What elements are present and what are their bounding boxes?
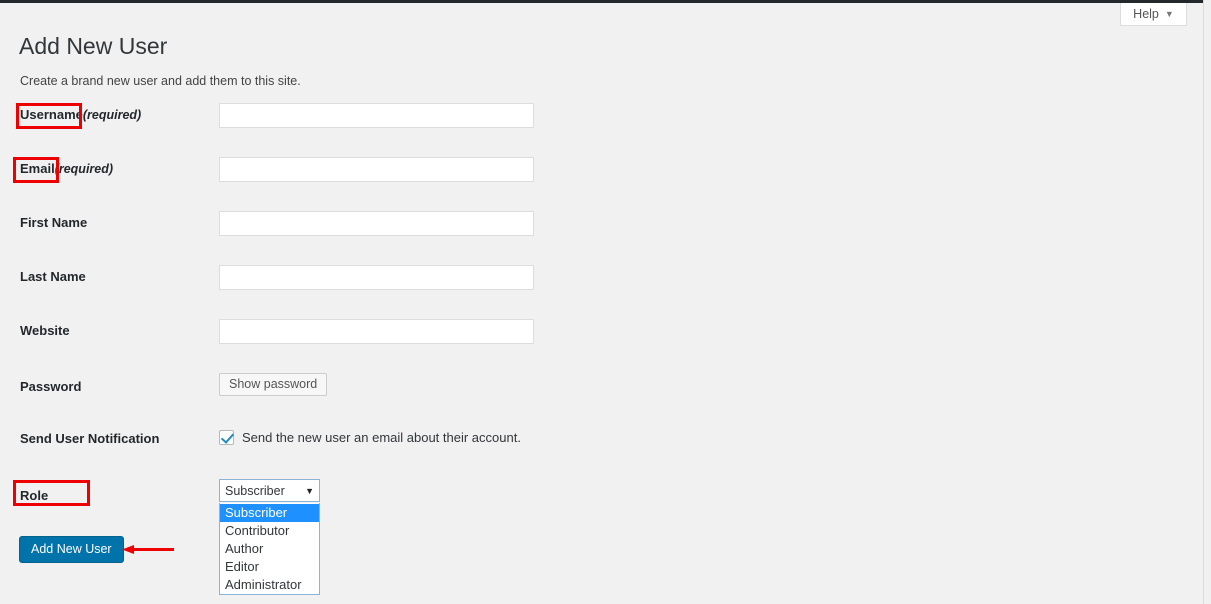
send-notification-checkbox-label[interactable]: Send the new user an email about their a… bbox=[242, 430, 521, 445]
role-option-contributor[interactable]: Contributor bbox=[220, 522, 319, 540]
form-row-last-name: Last Name bbox=[0, 265, 700, 290]
email-label-text: Email bbox=[20, 161, 55, 176]
form-row-username: Username(required) bbox=[0, 103, 700, 128]
form-row-password: Password bbox=[0, 375, 700, 399]
help-tab-button[interactable]: Help ▼ bbox=[1120, 3, 1187, 26]
website-label: Website bbox=[20, 323, 70, 338]
form-row-role: Role bbox=[0, 484, 700, 508]
username-required-note: (required) bbox=[82, 108, 142, 122]
form-row-website: Website bbox=[0, 319, 700, 344]
email-label: Email(required) bbox=[20, 157, 113, 181]
email-required-note: (required) bbox=[54, 162, 114, 176]
show-password-button[interactable]: Show password bbox=[219, 373, 328, 396]
username-label-text: Username bbox=[20, 107, 83, 122]
vertical-scrollbar[interactable] bbox=[1203, 0, 1211, 604]
chevron-down-icon: ▼ bbox=[305, 485, 314, 496]
send-user-notification-label: Send User Notification bbox=[20, 431, 160, 446]
role-options-list[interactable]: Subscriber Contributor Author Editor Adm… bbox=[219, 503, 320, 595]
form-row-first-name: First Name bbox=[0, 211, 700, 236]
chevron-down-icon: ▼ bbox=[1164, 8, 1174, 19]
page-subtitle: Create a brand new user and add them to … bbox=[20, 73, 301, 88]
username-label: Username(required) bbox=[20, 103, 141, 127]
role-option-author[interactable]: Author bbox=[220, 540, 319, 558]
help-tab-label: Help bbox=[1133, 7, 1159, 21]
role-select[interactable]: Subscriber ▼ bbox=[219, 479, 320, 502]
email-input[interactable] bbox=[219, 157, 534, 182]
password-label: Password bbox=[20, 379, 82, 394]
website-input[interactable] bbox=[219, 319, 534, 344]
role-option-editor[interactable]: Editor bbox=[220, 558, 319, 576]
send-notification-checkbox[interactable] bbox=[219, 430, 234, 445]
role-option-administrator[interactable]: Administrator bbox=[220, 576, 319, 594]
username-input[interactable] bbox=[219, 103, 534, 128]
send-notification-checkbox-group[interactable]: Send the new user an email about their a… bbox=[219, 430, 521, 445]
page-title: Add New User bbox=[19, 33, 168, 60]
first-name-label: First Name bbox=[20, 215, 88, 230]
add-new-user-button[interactable]: Add New User bbox=[19, 536, 124, 563]
role-select-value: Subscriber bbox=[225, 483, 285, 498]
form-row-email: Email(required) bbox=[0, 157, 700, 182]
admin-bar bbox=[0, 0, 1203, 3]
role-label: Role bbox=[20, 488, 49, 503]
last-name-label: Last Name bbox=[20, 269, 86, 284]
role-option-subscriber[interactable]: Subscriber bbox=[220, 504, 319, 522]
annotation-arrow-to-add-new-user bbox=[122, 545, 174, 554]
first-name-input[interactable] bbox=[219, 211, 534, 236]
last-name-input[interactable] bbox=[219, 265, 534, 290]
